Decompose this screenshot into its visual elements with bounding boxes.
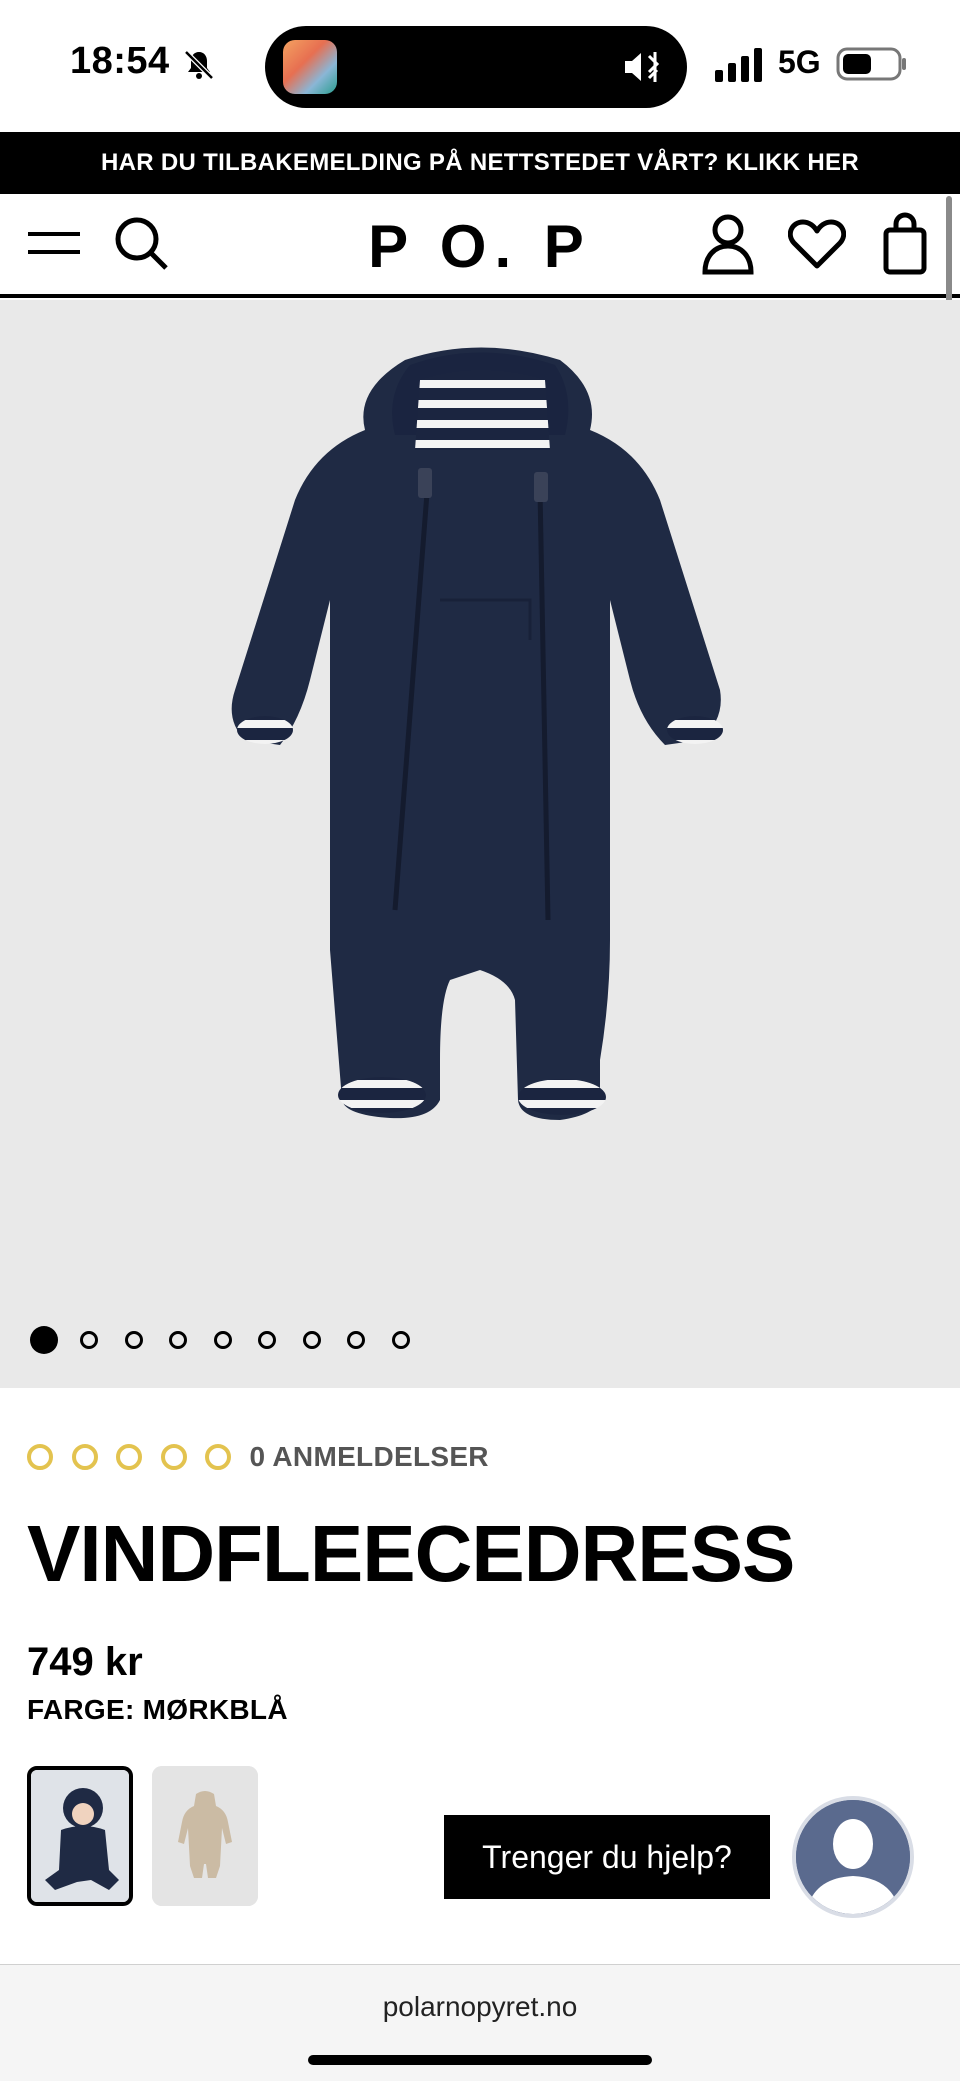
star-icon [27, 1444, 53, 1470]
url-text[interactable]: polarnopyret.no [0, 1991, 960, 2023]
home-indicator[interactable] [308, 2055, 652, 2065]
gallery-dot[interactable] [124, 1331, 143, 1349]
person-silhouette-icon [796, 1800, 910, 1914]
gallery-dot[interactable] [169, 1331, 187, 1349]
account-icon[interactable] [700, 212, 756, 276]
help-chat-button[interactable]: Trenger du hjelp? [444, 1815, 770, 1899]
gallery-dot[interactable] [80, 1331, 98, 1349]
bag-icon[interactable] [882, 212, 928, 276]
reviews-count[interactable]: 0 ANMELDELSER [250, 1441, 489, 1473]
product-price: 749 kr [27, 1640, 143, 1684]
gallery-dot[interactable] [347, 1331, 365, 1349]
gallery-dot[interactable] [30, 1326, 58, 1354]
star-icon [116, 1444, 142, 1470]
bell-slash-icon [184, 50, 214, 80]
app-thumbnail-icon [283, 40, 337, 94]
star-icon [71, 1444, 98, 1470]
status-time: 18:54 [70, 40, 170, 82]
star-icon [160, 1444, 187, 1470]
battery-icon [836, 47, 906, 81]
gallery-pagination [30, 1326, 436, 1354]
status-bar: 18:54 5G [0, 0, 960, 132]
feedback-banner[interactable]: HAR DU TILBAKEMELDING PÅ NETTSTEDET VÅRT… [0, 132, 960, 194]
product-title: VINDFLEECEDRESS [27, 1509, 795, 1598]
gallery-dot[interactable] [391, 1331, 410, 1349]
support-avatar-icon[interactable] [792, 1796, 914, 1918]
baby-navy-thumbnail [31, 1770, 129, 1902]
site-header: P O. P [0, 194, 960, 298]
color-swatch-navy[interactable] [27, 1766, 133, 1906]
signal-icon [715, 48, 762, 82]
product-photo [231, 347, 723, 1120]
silent-mode-icon [625, 52, 660, 82]
gallery-dot[interactable] [302, 1331, 321, 1349]
heart-icon[interactable] [788, 218, 846, 270]
star-icon [205, 1444, 231, 1470]
gallery-dot[interactable] [258, 1331, 276, 1349]
browser-address-bar[interactable]: polarnopyret.no [0, 1964, 960, 2081]
product-image[interactable] [0, 300, 960, 1388]
color-label: FARGE: MØRKBLÅ [27, 1694, 288, 1725]
network-type: 5G [778, 44, 821, 80]
dynamic-island [265, 26, 687, 108]
color-swatch-beige[interactable] [152, 1766, 258, 1906]
rating[interactable]: 0 ANMELDELSER [27, 1440, 489, 1474]
beige-suit-thumbnail [152, 1766, 258, 1906]
gallery-dot[interactable] [213, 1331, 232, 1349]
